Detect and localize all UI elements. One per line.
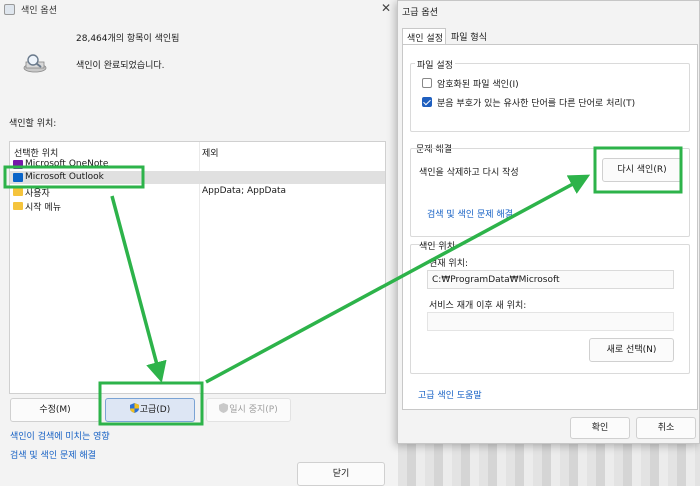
folder-icon: [13, 188, 23, 196]
list-item[interactable]: Microsoft OneNote: [10, 158, 385, 171]
location-name: Microsoft OneNote: [25, 159, 109, 169]
location-name: 시작 메뉴: [25, 203, 61, 213]
file-settings-group: 파일 설정 암호화된 파일 색인(I) 분음 부호가 있는 유사한 단어를 다른…: [410, 58, 690, 132]
window-icon: [4, 4, 15, 15]
outlook-icon: [13, 173, 23, 182]
troubleshoot-link[interactable]: 검색 및 색인 문제 해결: [10, 448, 96, 461]
group-title: 파일 설정: [415, 58, 455, 71]
advanced-button[interactable]: 고급(D): [105, 398, 195, 422]
uac-shield-icon: [219, 403, 229, 413]
advanced-options-dialog: 고급 옵션 색인 설정 파일 형식 파일 설정 암호화된 파일 색인(I) 분음…: [397, 0, 700, 444]
new-location-field: [427, 312, 674, 331]
advanced-button-label: 고급(D): [139, 405, 171, 415]
indexing-status-icon: [23, 54, 47, 73]
index-location-title: 색인 위치: [419, 242, 455, 252]
diacritics-label[interactable]: 분음 부호가 있는 유사한 단어를 다른 단어로 처리(T): [437, 96, 635, 109]
ok-button[interactable]: 확인: [570, 417, 630, 439]
close-button-label: 닫기: [332, 469, 350, 479]
pause-button: 일시 중지(P): [206, 398, 291, 422]
cancel-button-label: 취소: [657, 423, 675, 433]
encrypt-checkbox[interactable]: [422, 78, 432, 88]
advanced-help-link[interactable]: 고급 색인 도움말: [418, 388, 482, 401]
indexing-options-window: 색인 옵션 ✕ 28,464개의 항목이 색인됨 색인이 완료되었습니다. 색인…: [0, 0, 398, 486]
select-new-button[interactable]: 새로 선택(N): [589, 338, 674, 362]
rebuild-button[interactable]: 다시 색인(R): [602, 158, 682, 182]
indexing-effect-link[interactable]: 색인이 검색에 미치는 영향: [10, 429, 110, 442]
close-icon[interactable]: ✕: [381, 1, 391, 15]
encrypt-label[interactable]: 암호화된 파일 색인(I): [437, 77, 519, 90]
window-title: 색인 옵션: [21, 6, 57, 16]
dialog-title: 고급 옵션: [402, 8, 438, 18]
title-bar: 색인 옵션 ✕: [0, 0, 398, 20]
current-location-label: 현재 위치:: [429, 259, 469, 269]
onenote-icon: [13, 160, 23, 169]
cancel-button[interactable]: 취소: [636, 417, 696, 439]
indexing-status: 색인이 완료되었습니다.: [76, 61, 165, 71]
indexed-locations-list[interactable]: 선택한 위치 제외 Microsoft OneNote Microsoft Ou…: [9, 141, 386, 394]
pause-button-label: 일시 중지(P): [229, 405, 278, 415]
rebuild-description: 색인을 삭제하고 다시 작성: [419, 168, 519, 178]
list-item[interactable]: 사용자 AppData; AppData: [10, 185, 385, 199]
modify-button-label: 수정(M): [39, 405, 71, 415]
troubleshoot-link[interactable]: 검색 및 색인 문제 해결: [427, 207, 513, 220]
blurred-background: [398, 444, 700, 486]
close-button[interactable]: 닫기: [297, 462, 385, 486]
modify-button[interactable]: 수정(M): [10, 398, 100, 422]
location-name: 사용자: [25, 189, 50, 199]
indexed-item-count: 28,464개의 항목이 색인됨: [76, 34, 180, 44]
tab-file-types[interactable]: 파일 형식: [448, 28, 494, 44]
folder-icon: [13, 202, 23, 210]
uac-shield-icon: [129, 403, 139, 413]
tab-index-settings[interactable]: 색인 설정: [402, 28, 446, 44]
locations-label: 색인할 위치:: [9, 119, 57, 129]
index-settings-panel: 파일 설정 암호화된 파일 색인(I) 분음 부호가 있는 유사한 단어를 다른…: [402, 44, 698, 410]
current-location-field: C:₩ProgramData₩Microsoft: [427, 270, 674, 289]
rebuild-button-label: 다시 색인(R): [617, 165, 667, 175]
select-new-button-label: 새로 선택(N): [606, 345, 657, 355]
list-item-selected[interactable]: Microsoft Outlook: [10, 171, 385, 184]
location-exclusions: AppData; AppData: [202, 186, 287, 196]
diacritics-checkbox[interactable]: [422, 97, 432, 107]
new-location-label: 서비스 재개 이후 새 위치:: [429, 301, 527, 311]
location-name: Microsoft Outlook: [25, 172, 104, 182]
ok-button-label: 확인: [591, 423, 609, 433]
list-item[interactable]: 시작 메뉴: [10, 199, 385, 213]
